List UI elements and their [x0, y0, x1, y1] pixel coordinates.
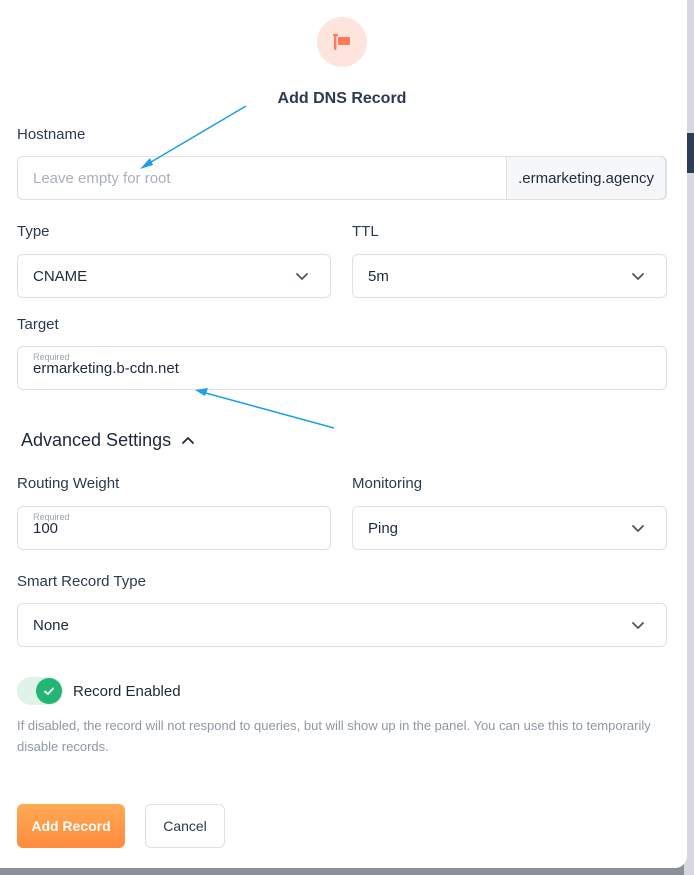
toggle-knob: [36, 678, 62, 704]
hostname-label: Hostname: [17, 126, 86, 143]
cancel-button[interactable]: Cancel: [145, 804, 225, 848]
chevron-down-icon: [632, 622, 644, 629]
type-select[interactable]: CNAME: [17, 254, 331, 298]
smart-record-type-value: None: [33, 617, 69, 634]
type-value: CNAME: [33, 268, 88, 285]
ttl-label: TTL: [352, 223, 379, 240]
target-field[interactable]: Required ermarketing.b-cdn.net: [17, 346, 667, 390]
routing-weight-label: Routing Weight: [17, 475, 120, 492]
ttl-select[interactable]: 5m: [352, 254, 667, 298]
monitoring-select[interactable]: Ping: [352, 506, 667, 550]
routing-weight-input[interactable]: 100: [33, 520, 58, 537]
chevron-down-icon: [632, 525, 644, 532]
dialog-title: Add DNS Record: [277, 90, 407, 107]
routing-weight-field[interactable]: Required 100: [17, 506, 331, 550]
chevron-up-icon: [182, 436, 195, 444]
record-enabled-label: Record Enabled: [73, 683, 181, 700]
type-label: Type: [17, 223, 50, 240]
hostname-input[interactable]: Leave empty for root: [33, 170, 171, 187]
hostname-field[interactable]: Leave empty for root .ermarketing.agency: [17, 156, 667, 200]
record-enabled-help: If disabled, the record will not respond…: [17, 718, 651, 754]
target-label: Target: [17, 316, 59, 333]
advanced-settings-toggle[interactable]: Advanced Settings: [21, 430, 195, 451]
smart-record-type-label: Smart Record Type: [17, 573, 146, 590]
chevron-down-icon: [296, 273, 308, 280]
monitoring-value: Ping: [368, 520, 399, 537]
record-enabled-toggle[interactable]: [17, 677, 63, 705]
advanced-settings-label: Advanced Settings: [21, 430, 172, 450]
flag-icon: [333, 34, 350, 50]
hostname-suffix: .ermarketing.agency: [506, 156, 666, 200]
monitoring-label: Monitoring: [352, 475, 423, 492]
add-record-button[interactable]: Add Record: [17, 804, 125, 848]
smart-record-type-select[interactable]: None: [17, 603, 667, 647]
add-dns-record-dialog: Add DNS Record Hostname Leave empty for …: [0, 0, 687, 868]
check-icon: [44, 687, 54, 695]
target-input[interactable]: ermarketing.b-cdn.net: [33, 360, 179, 377]
ttl-value: 5m: [368, 268, 389, 285]
chevron-down-icon: [632, 273, 644, 280]
dialog-icon-badge: [317, 17, 367, 67]
